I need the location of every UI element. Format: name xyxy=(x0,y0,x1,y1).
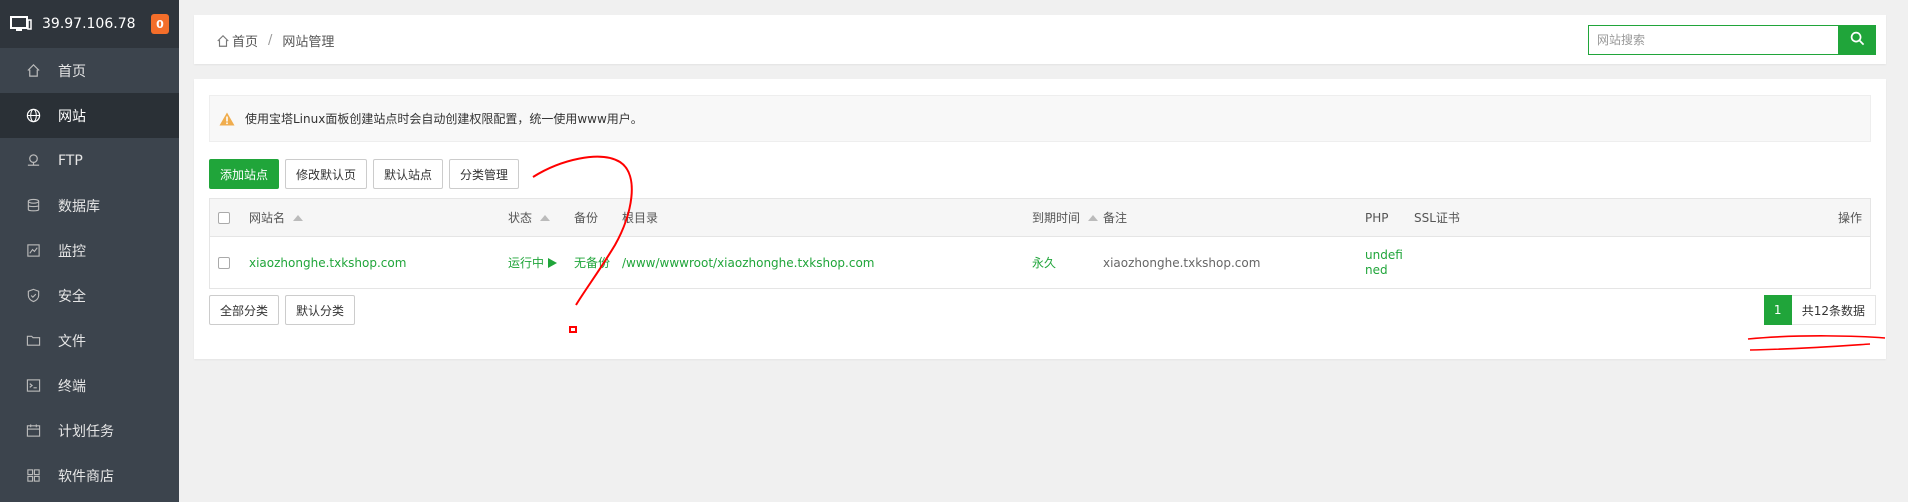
site-php-version[interactable]: undefi ned xyxy=(1365,237,1403,288)
sidebar-item-label: 监控 xyxy=(58,243,86,260)
breadcrumb-separator: / xyxy=(268,33,273,48)
ftp-icon xyxy=(25,153,41,169)
pagination: 1 共12条数据 xyxy=(1763,295,1876,325)
server-header: 39.97.106.78 0 xyxy=(0,0,179,48)
sidebar-item-terminal[interactable]: 终端 xyxy=(0,363,179,408)
header-expire[interactable]: 到期时间 xyxy=(1032,199,1099,236)
add-site-button[interactable]: 添加站点 xyxy=(209,159,280,189)
site-panel: 使用宝塔Linux面板创建站点时会自动创建权限配置，统一使用www用户。 添加站… xyxy=(194,79,1886,359)
search-input[interactable] xyxy=(1588,25,1838,55)
header-php: PHP xyxy=(1365,210,1389,225)
site-root-link[interactable]: /www/wwwroot/xiaozhonghe.txkshop.com xyxy=(622,237,875,288)
sidebar-item-security[interactable]: 安全 xyxy=(0,273,179,318)
globe-icon xyxy=(25,108,41,124)
sidebar-item-label: 计划任务 xyxy=(58,423,114,440)
folder-icon xyxy=(25,333,41,349)
sidebar-item-label: FTP xyxy=(58,152,83,169)
sidebar-item-label: 网站 xyxy=(58,108,86,125)
shield-icon xyxy=(25,288,41,304)
server-ip: 39.97.106.78 xyxy=(42,16,136,32)
header-backup: 备份 xyxy=(574,211,599,225)
sort-icon xyxy=(293,214,304,221)
notice-bar: 使用宝塔Linux面板创建站点时会自动创建权限配置，统一使用www用户。 xyxy=(209,95,1871,142)
category-filter: 全部分类 默认分类 xyxy=(209,295,361,325)
sort-icon xyxy=(540,214,551,221)
header-status[interactable]: 状态 xyxy=(508,199,551,236)
sidebar-item-website[interactable]: 网站 xyxy=(0,93,179,138)
header-expire-label: 到期时间 xyxy=(1032,211,1081,225)
database-icon xyxy=(25,198,41,214)
table-row: xiaozhonghe.txkshop.com 运行中 无备份 /www/www… xyxy=(210,237,1870,288)
sidebar-item-home[interactable]: 首页 xyxy=(0,48,179,93)
site-name-link[interactable]: xiaozhonghe.txkshop.com xyxy=(249,237,406,288)
home-icon xyxy=(25,63,41,79)
sidebar-item-monitor[interactable]: 监控 xyxy=(0,228,179,273)
sidebar-item-ftp[interactable]: FTP xyxy=(0,138,179,183)
terminal-icon xyxy=(25,378,41,394)
sidebar-item-database[interactable]: 数据库 xyxy=(0,183,179,228)
monitor-chart-icon xyxy=(25,243,41,259)
play-icon xyxy=(548,257,558,268)
default-category-button[interactable]: 默认分类 xyxy=(285,295,356,325)
sidebar-item-label: 安全 xyxy=(58,288,86,305)
sidebar-item-label: 数据库 xyxy=(58,198,100,215)
header-ssl: SSL证书 xyxy=(1414,211,1460,225)
sidebar-item-label: 软件商店 xyxy=(58,468,114,485)
search-button[interactable] xyxy=(1838,25,1876,55)
site-status-label: 运行中 xyxy=(508,256,545,270)
table-header: 网站名 状态 备份 根目录 到期时间 备注 PHP SSL证书 操作 xyxy=(210,199,1870,237)
site-status[interactable]: 运行中 xyxy=(508,237,558,288)
page-1-button[interactable]: 1 xyxy=(1763,295,1792,325)
breadcrumb: 首页 / 网站管理 xyxy=(216,31,334,50)
warning-icon xyxy=(219,112,235,126)
site-expire-link[interactable]: 永久 xyxy=(1032,237,1056,288)
sidebar-item-label: 首页 xyxy=(58,63,86,80)
notice-text: 使用宝塔Linux面板创建站点时会自动创建权限配置，统一使用www用户。 xyxy=(245,112,643,126)
sidebar-item-store[interactable]: 软件商店 xyxy=(0,453,179,498)
select-all-checkbox[interactable] xyxy=(218,199,230,236)
header-remark: 备注 xyxy=(1103,211,1128,225)
sidebar: 39.97.106.78 0 首页 网站 FTP 数据库 监控 安全 文件 终端… xyxy=(0,0,179,502)
header-name-label: 网站名 xyxy=(249,211,286,225)
total-count: 共12条数据 xyxy=(1791,295,1876,325)
notification-badge[interactable]: 0 xyxy=(151,14,169,34)
php-version-line1: undefi xyxy=(1365,247,1403,262)
site-remark[interactable]: xiaozhonghe.txkshop.com xyxy=(1103,237,1260,288)
default-site-button[interactable]: 默认站点 xyxy=(373,159,444,189)
category-manage-button[interactable]: 分类管理 xyxy=(449,159,520,189)
all-categories-button[interactable]: 全部分类 xyxy=(209,295,280,325)
header-root: 根目录 xyxy=(622,211,659,225)
monitor-icon xyxy=(10,16,32,32)
edit-default-page-button[interactable]: 修改默认页 xyxy=(285,159,368,189)
store-icon xyxy=(25,468,41,484)
sort-icon xyxy=(1088,214,1099,221)
toolbar: 添加站点 修改默认页 默认站点 分类管理 xyxy=(209,159,525,189)
row-checkbox[interactable] xyxy=(218,237,230,288)
header-name[interactable]: 网站名 xyxy=(249,199,304,236)
sidebar-item-label: 终端 xyxy=(58,378,86,395)
header-action: 操作 xyxy=(1837,211,1862,225)
calendar-icon xyxy=(25,423,41,439)
site-table: 网站名 状态 备份 根目录 到期时间 备注 PHP SSL证书 操作 xiaoz… xyxy=(209,198,1871,289)
breadcrumb-current: 网站管理 xyxy=(282,35,335,50)
search-box xyxy=(1588,25,1876,55)
top-bar: 首页 / 网站管理 xyxy=(194,15,1886,64)
site-backup-link[interactable]: 无备份 xyxy=(574,237,610,288)
php-version-line2: ned xyxy=(1365,262,1388,277)
sidebar-item-label: 文件 xyxy=(58,333,86,350)
header-status-label: 状态 xyxy=(508,211,533,225)
home-icon[interactable] xyxy=(216,34,230,48)
sidebar-item-files[interactable]: 文件 xyxy=(0,318,179,363)
breadcrumb-home-link[interactable]: 首页 xyxy=(232,31,258,50)
sidebar-item-cron[interactable]: 计划任务 xyxy=(0,408,179,453)
search-icon xyxy=(1850,31,1865,50)
